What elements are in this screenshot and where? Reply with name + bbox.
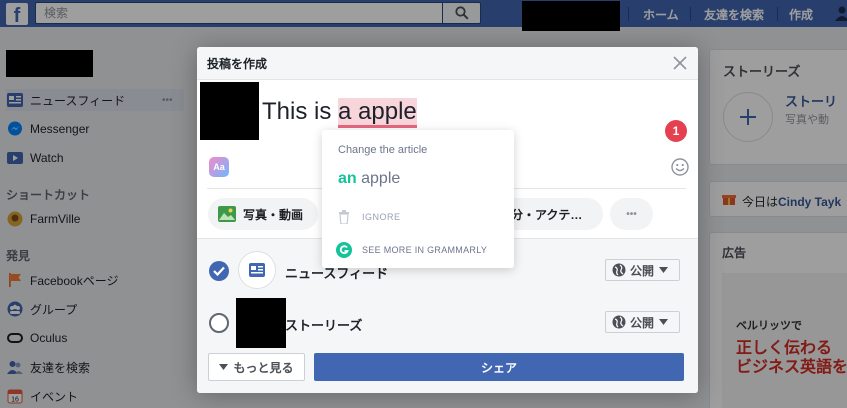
privacy-label: 公開 [630,315,655,330]
suggestion-title: Change the article [338,144,428,156]
feeling-activity-label: 分・アクテ… [511,207,583,222]
dialog-header: 投稿を作成 [197,47,698,80]
redacted-story-avatar [236,298,286,348]
suggestion-rest: apple [356,170,401,187]
stories-checkbox[interactable] [209,313,229,333]
news-feed-privacy-select[interactable]: 公開 [605,259,680,281]
trash-icon [339,210,349,224]
suggestion-replacement[interactable]: an apple [338,170,400,188]
grammarly-suggestion-popup: Change the article an apple IGNORE SEE M… [322,130,514,268]
globe-icon [612,315,626,329]
news-feed-checkbox[interactable] [209,261,229,281]
grammarly-alert-count[interactable]: 1 [665,120,687,142]
share-button[interactable]: シェア [314,353,684,381]
stories-privacy-select[interactable]: 公開 [605,311,680,333]
photo-icon [218,206,236,222]
globe-icon [612,263,626,277]
dialog-title: 投稿を作成 [207,56,268,71]
see-more-button[interactable]: もっと見る [208,353,305,381]
stories-label: ストーリーズ [285,318,363,333]
check-icon [213,266,225,277]
see-more-label: もっと見る [233,360,294,375]
dropdown-arrow-icon [659,267,669,273]
photo-video-button[interactable]: 写真・動画 [208,198,318,230]
photo-video-label: 写真・動画 [243,207,304,222]
news-feed-icon [249,263,265,277]
emoji-icon[interactable] [671,158,689,176]
text-background-icon[interactable]: Aa [209,157,229,177]
see-more-label: SEE MORE IN GRAMMARLY [362,245,488,255]
ignore-label: IGNORE [362,212,401,222]
privacy-label: 公開 [630,263,655,278]
share-label: シェア [480,360,517,375]
see-more-in-grammarly-link[interactable]: SEE MORE IN GRAMMARLY [336,242,487,258]
ignore-button[interactable]: IGNORE [338,210,401,224]
suggestion-added-word: an [338,170,357,187]
grammarly-logo-icon [336,242,352,258]
more-options-icon: ••• [626,208,637,220]
dropdown-arrow-icon [659,319,669,325]
post-text-input[interactable]: This is a apple [262,98,417,128]
grammar-error-highlight[interactable]: a apple [338,98,417,128]
caret-down-icon [219,364,229,370]
redacted-avatar [200,82,259,140]
post-text-plain: This is [262,98,339,125]
news-feed-avatar [238,251,276,289]
close-icon[interactable] [672,55,688,71]
more-options-button[interactable]: ••• [610,198,653,230]
